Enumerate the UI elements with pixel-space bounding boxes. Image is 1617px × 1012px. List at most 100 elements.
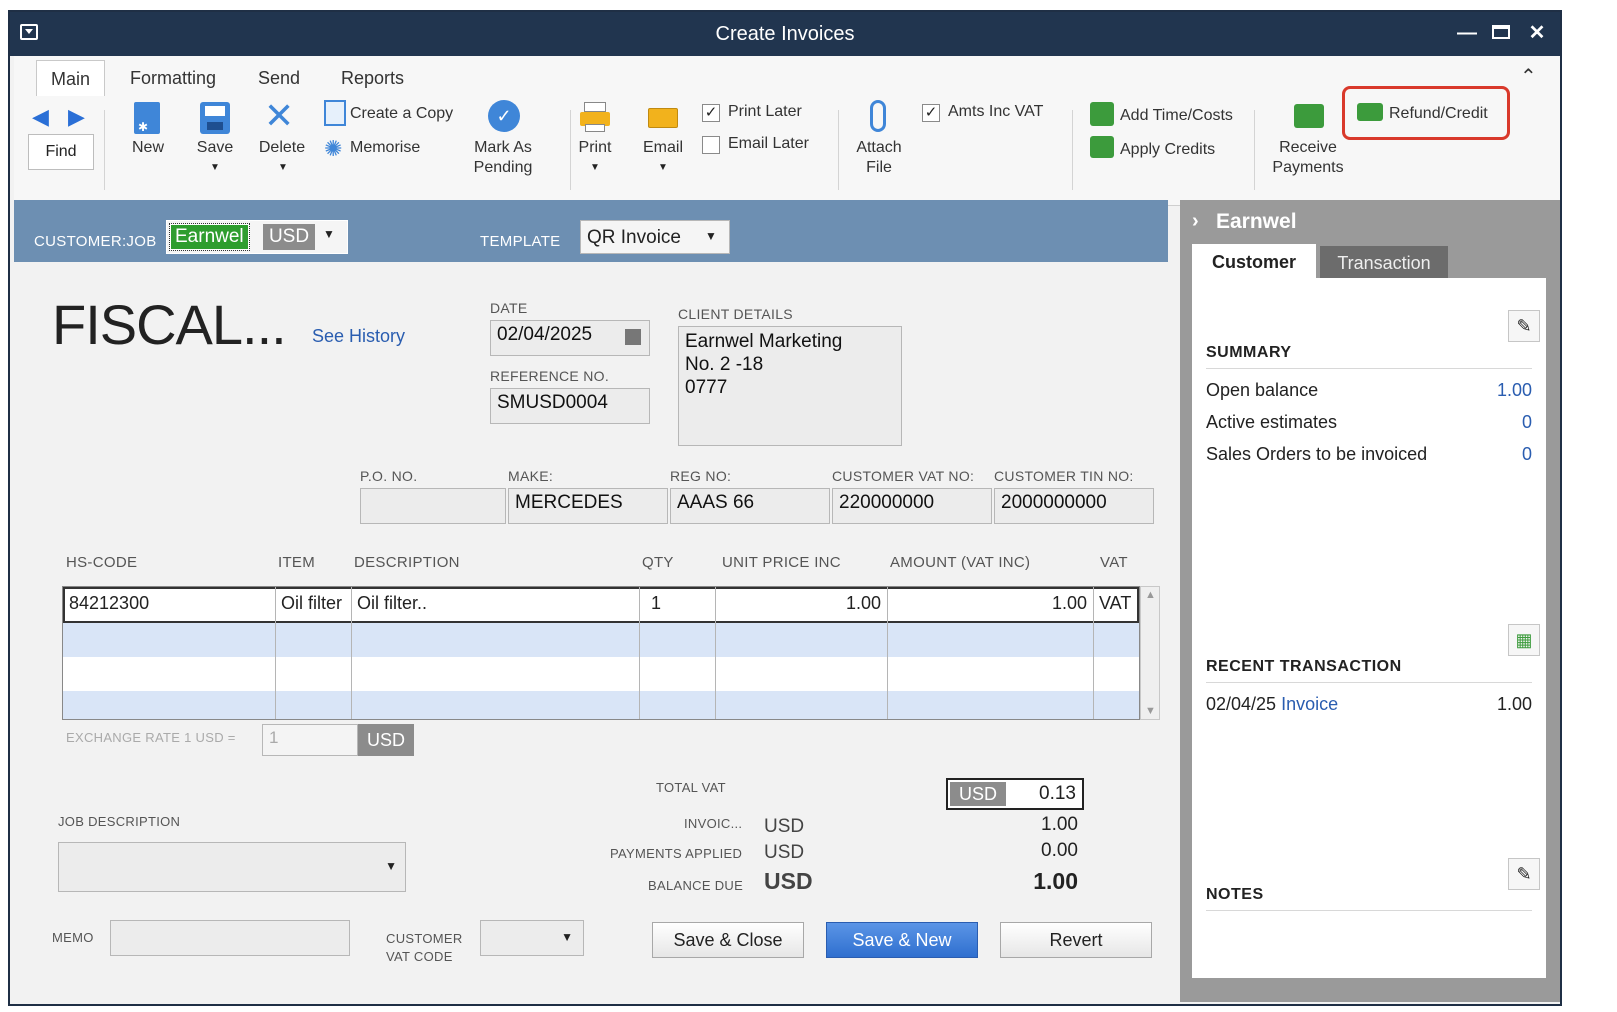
memorise-button[interactable]: Memorise xyxy=(350,138,420,158)
print-button[interactable]: Print xyxy=(574,138,616,158)
recent-transaction-link[interactable]: Invoice xyxy=(1281,694,1338,714)
column-divider xyxy=(275,587,276,719)
email-dropdown-icon[interactable]: ▼ xyxy=(658,162,668,173)
tab-customer[interactable]: Customer xyxy=(1192,244,1316,280)
column-header[interactable]: AMOUNT (VAT INC) xyxy=(890,554,1030,571)
vat-cell[interactable]: VAT xyxy=(1099,593,1131,614)
maximize-icon[interactable] xyxy=(1488,20,1514,46)
print-icon[interactable] xyxy=(580,102,610,132)
reg-field[interactable]: AAAS 66 xyxy=(670,488,830,524)
panel-collapse-icon[interactable]: › xyxy=(1192,210,1199,233)
hs-code-cell[interactable]: 84212300 xyxy=(69,593,149,614)
scroll-up-icon[interactable]: ▲ xyxy=(1145,589,1156,601)
prev-arrow-icon[interactable]: ◀ xyxy=(32,104,49,130)
delete-button[interactable]: Delete xyxy=(254,138,310,158)
exchange-rate-field[interactable]: 1 xyxy=(262,724,358,756)
column-header[interactable]: UNIT PRICE INC xyxy=(722,554,841,571)
tin-no-field[interactable]: 2000000000 xyxy=(994,488,1154,524)
customer-vat-code-select[interactable]: ▼ xyxy=(480,920,584,956)
qty-cell[interactable]: 1 xyxy=(651,593,661,614)
reference-field[interactable]: SMUSD0004 xyxy=(490,388,650,424)
chevron-down-icon[interactable]: ▼ xyxy=(323,227,335,241)
scroll-down-icon[interactable]: ▼ xyxy=(1145,705,1156,717)
edit-notes-icon[interactable]: ✎ xyxy=(1508,858,1540,890)
add-time-costs-button[interactable]: Add Time/Costs xyxy=(1120,106,1233,126)
tab-main[interactable]: Main xyxy=(36,60,106,96)
mark-as-pending-button[interactable]: Mark As Pending xyxy=(462,138,544,178)
save-icon[interactable] xyxy=(200,102,230,134)
date-field[interactable]: 02/04/2025 xyxy=(490,320,650,356)
email-icon[interactable] xyxy=(648,108,678,128)
calendar-icon[interactable] xyxy=(625,329,641,345)
save-dropdown-icon[interactable]: ▼ xyxy=(210,162,220,173)
table-row[interactable] xyxy=(63,623,1139,657)
receive-payments-icon[interactable] xyxy=(1294,104,1324,128)
payments-applied-label: PAYMENTS APPLIED xyxy=(610,846,743,861)
collapse-ribbon-icon[interactable]: ⌃ xyxy=(1520,64,1537,89)
column-header[interactable]: VAT xyxy=(1100,554,1128,571)
po-field[interactable] xyxy=(360,488,506,524)
refund-credit-button[interactable]: Refund/Credit xyxy=(1342,86,1510,140)
add-time-costs-icon[interactable] xyxy=(1090,102,1114,126)
column-header[interactable]: DESCRIPTION xyxy=(354,554,460,571)
apply-credits-icon[interactable] xyxy=(1090,136,1114,158)
save-button[interactable]: Save xyxy=(190,138,240,158)
table-row[interactable]: 84212300 Oil filter Oil filter.. 1 1.00 … xyxy=(63,587,1139,623)
tab-formatting[interactable]: Formatting xyxy=(130,68,216,89)
memo-field[interactable] xyxy=(110,920,350,956)
receive-payments-button[interactable]: Receive Payments xyxy=(1266,138,1350,178)
chevron-down-icon: ▼ xyxy=(561,930,573,944)
summary-value[interactable]: 0 xyxy=(1522,412,1532,433)
amount-cell[interactable]: 1.00 xyxy=(1052,593,1087,614)
delete-icon[interactable]: ✕ xyxy=(264,98,294,134)
create-copy-button[interactable]: Create a Copy xyxy=(350,104,453,124)
memorise-icon[interactable]: ✺ xyxy=(324,136,342,162)
see-history-link[interactable]: See History xyxy=(312,326,405,347)
amts-inc-vat-checkbox[interactable]: ✓ xyxy=(922,104,940,122)
find-button[interactable]: Find xyxy=(28,134,94,170)
table-row[interactable] xyxy=(63,691,1139,719)
customer-job-select[interactable]: Earnwel USD ▼ xyxy=(166,220,348,254)
make-field[interactable]: MERCEDES xyxy=(508,488,668,524)
customer-job-value: Earnwel xyxy=(169,223,250,251)
close-icon[interactable]: ✕ xyxy=(1524,20,1550,46)
quick-report-icon[interactable]: ▦ xyxy=(1508,624,1540,656)
recent-transaction-date: 02/04/25 xyxy=(1206,694,1277,714)
mark-pending-icon[interactable]: ✓ xyxy=(488,100,520,132)
vat-no-field[interactable]: 220000000 xyxy=(832,488,992,524)
tab-send[interactable]: Send xyxy=(258,68,300,89)
client-details-field[interactable]: Earnwel Marketing No. 2 -18 0777 xyxy=(678,326,902,446)
attach-file-button[interactable]: Attach File xyxy=(846,138,912,178)
create-copy-icon[interactable] xyxy=(324,100,346,126)
summary-value[interactable]: 0 xyxy=(1522,444,1532,465)
tab-transaction[interactable]: Transaction xyxy=(1320,246,1448,280)
print-dropdown-icon[interactable]: ▼ xyxy=(590,162,600,173)
new-icon[interactable]: ✱ xyxy=(134,102,160,134)
tab-reports[interactable]: Reports xyxy=(341,68,404,89)
paperclip-icon[interactable] xyxy=(870,100,886,132)
next-arrow-icon[interactable]: ▶ xyxy=(68,104,85,130)
print-later-checkbox[interactable]: ✓ xyxy=(702,104,720,122)
new-button[interactable]: New xyxy=(126,138,170,158)
description-cell[interactable]: Oil filter.. xyxy=(357,593,427,614)
grid-scrollbar[interactable]: ▲ ▼ xyxy=(1140,586,1160,720)
email-button[interactable]: Email xyxy=(638,138,688,158)
unit-price-cell[interactable]: 1.00 xyxy=(846,593,881,614)
template-select[interactable]: QR Invoice ▼ xyxy=(580,220,730,254)
column-header[interactable]: ITEM xyxy=(278,554,315,571)
revert-button[interactable]: Revert xyxy=(1000,922,1152,958)
item-cell[interactable]: Oil filter xyxy=(281,593,342,614)
column-divider xyxy=(351,587,352,719)
apply-credits-button[interactable]: Apply Credits xyxy=(1120,140,1215,160)
save-close-button[interactable]: Save & Close xyxy=(652,922,804,958)
email-later-checkbox[interactable] xyxy=(702,136,720,154)
table-row[interactable] xyxy=(63,657,1139,691)
column-header[interactable]: HS-CODE xyxy=(66,554,137,571)
minimize-icon[interactable]: — xyxy=(1454,20,1480,46)
summary-value[interactable]: 1.00 xyxy=(1497,380,1532,401)
job-description-select[interactable]: ▼ xyxy=(58,842,406,892)
edit-summary-icon[interactable]: ✎ xyxy=(1508,310,1540,342)
save-new-button[interactable]: Save & New xyxy=(826,922,978,958)
delete-dropdown-icon[interactable]: ▼ xyxy=(278,162,288,173)
column-header[interactable]: QTY xyxy=(642,554,674,571)
